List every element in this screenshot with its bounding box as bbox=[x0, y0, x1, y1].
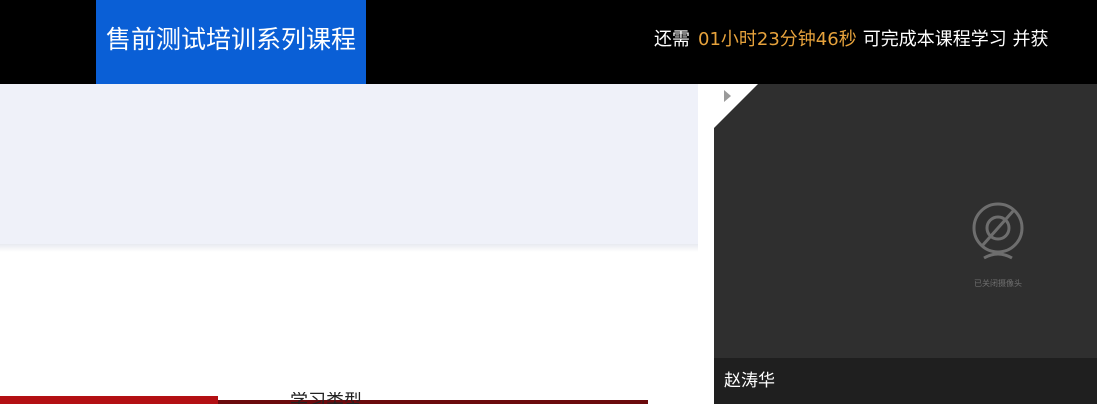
study-time-remaining: 还需 01小时23分钟46秒 可完成本课程学习 并获 bbox=[654, 0, 1048, 80]
timer-value: 01小时23分钟46秒 bbox=[698, 29, 857, 50]
camera-status-text: 已关闭摄像头 bbox=[974, 279, 1022, 288]
timer-suffix: 可完成本课程学习 并获 bbox=[862, 29, 1049, 50]
camera-off-indicator: 已关闭摄像头 bbox=[966, 196, 1030, 288]
timer-prefix: 还需 bbox=[654, 29, 690, 50]
slide-heading: 学习类型 bbox=[290, 392, 362, 404]
slide-content bbox=[0, 252, 698, 404]
collapse-toggle-icon[interactable] bbox=[724, 90, 731, 102]
top-bar: 售前测试培训系列课程 还需 01小时23分钟46秒 可完成本课程学习 并获 bbox=[0, 0, 1097, 84]
presenter-video-panel bbox=[714, 84, 1097, 404]
presenter-name: 赵涛华 bbox=[724, 371, 775, 391]
slide-header-area bbox=[0, 84, 698, 248]
camera-off-icon bbox=[972, 202, 1024, 260]
slide-divider bbox=[0, 244, 698, 252]
slide-accent-bar bbox=[0, 396, 218, 404]
course-title: 售前测试培训系列课程 bbox=[96, 0, 366, 84]
